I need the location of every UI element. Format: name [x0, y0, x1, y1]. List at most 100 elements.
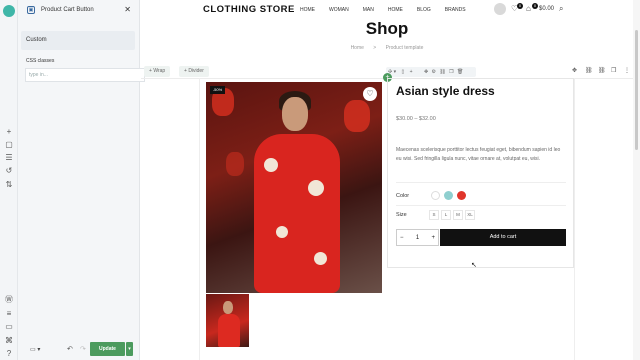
- page-icon[interactable]: ▢: [4, 140, 14, 150]
- page-scrollbar[interactable]: [633, 0, 640, 360]
- size-option-s[interactable]: S: [429, 210, 439, 220]
- more-icon[interactable]: ⋮: [624, 67, 630, 74]
- wishlist-heart-icon[interactable]: ♡: [363, 87, 377, 101]
- mouse-cursor-icon: ↖: [471, 262, 477, 269]
- close-icon[interactable]: ✕: [124, 6, 131, 14]
- breadcrumb-separator: >: [373, 45, 377, 51]
- site-brand[interactable]: CLOTHING STORE: [203, 4, 295, 15]
- lantern-decor: [226, 152, 244, 176]
- robe-pattern: [276, 226, 288, 238]
- color-swatch-teal[interactable]: [444, 191, 453, 200]
- code-icon[interactable]: ⌘: [4, 336, 14, 346]
- cart-total[interactable]: $0.00: [539, 6, 554, 12]
- panel-header: ▣ Product Cart Button ✕: [18, 0, 140, 20]
- column-icon[interactable]: ▯: [401, 69, 404, 75]
- css-classes-label: CSS classes: [26, 58, 55, 64]
- nav-item-home[interactable]: HOME: [300, 7, 315, 13]
- quantity-stepper: − 1 +: [396, 229, 439, 246]
- breadcrumb-home[interactable]: Home: [351, 45, 364, 51]
- search-icon[interactable]: ⌕: [559, 4, 563, 14]
- wordpress-icon[interactable]: Ⓦ: [4, 295, 14, 305]
- layers-icon[interactable]: ☰: [4, 153, 14, 163]
- template-icon[interactable]: ▭: [4, 322, 14, 332]
- sale-badge: -50%: [210, 86, 225, 94]
- app-logo-icon[interactable]: [3, 5, 15, 17]
- settings-sliders-icon[interactable]: ≡: [4, 309, 14, 319]
- link-icon[interactable]: ⛓: [439, 69, 445, 75]
- robe-pattern: [264, 158, 278, 172]
- size-label: Size: [396, 212, 407, 218]
- main-nav: HOME WOMAN MAN HOME BLOG BRANDS: [300, 7, 466, 13]
- link-icon[interactable]: ⛓: [585, 67, 593, 74]
- redo-icon[interactable]: ↷: [80, 345, 86, 353]
- thumbnail-robe: [218, 314, 240, 347]
- product-title: Asian style dress: [396, 84, 495, 98]
- divider: [396, 205, 566, 206]
- divider: [396, 182, 566, 183]
- undo-icon[interactable]: ↶: [67, 345, 73, 353]
- product-main-image[interactable]: [206, 82, 382, 293]
- nav-item-blog[interactable]: BLOG: [417, 7, 431, 13]
- column-guide: [199, 78, 200, 360]
- model-robe: [254, 134, 340, 293]
- help-icon[interactable]: ?: [4, 349, 14, 359]
- quantity-value[interactable]: 1: [416, 235, 419, 241]
- panel-title: Product Cart Button: [41, 7, 94, 13]
- wrap-element-button[interactable]: + Wrap: [144, 66, 171, 77]
- gear-icon[interactable]: ⚙: [432, 69, 436, 75]
- move-icon[interactable]: ✥: [572, 67, 577, 74]
- css-classes-input[interactable]: type in...: [25, 68, 145, 82]
- sort-icon[interactable]: ⇅: [4, 180, 14, 190]
- wrap-label: Wrap: [153, 68, 166, 74]
- lantern-decor: [344, 100, 370, 132]
- wishlist-count-badge: 0: [517, 3, 523, 9]
- link-icon[interactable]: ⛓: [598, 67, 606, 74]
- element-settings-panel: ▣ Product Cart Button ✕ Custom CSS class…: [18, 0, 145, 360]
- size-option-m[interactable]: M: [453, 210, 463, 220]
- editor-window: + ▢ ☰ ↺ ⇅ Ⓦ ≡ ▭ ⌘ ? ▣ Product Cart Butto…: [0, 0, 640, 360]
- add-icon[interactable]: +: [410, 69, 413, 75]
- robe-pattern: [308, 180, 324, 196]
- add-icon[interactable]: +: [4, 127, 14, 137]
- product-price: $30.00 – $32.00: [396, 116, 436, 122]
- column-guide: [574, 78, 575, 360]
- product-description: Maecenas scelerisque porttitor lectus fe…: [396, 147, 561, 162]
- color-swatch-red[interactable]: [457, 191, 466, 200]
- size-option-xl[interactable]: XL: [465, 210, 475, 220]
- breadcrumb: Home > Product template: [141, 45, 633, 51]
- site-preview: CLOTHING STORE HOME WOMAN MAN HOME BLOG …: [141, 0, 633, 360]
- breadcrumb-current: Product template: [385, 45, 424, 51]
- page-title: Shop: [365, 19, 409, 38]
- product-thumbnail[interactable]: [206, 294, 249, 347]
- update-options-button[interactable]: ▾: [126, 342, 133, 356]
- color-label: Color: [396, 193, 410, 199]
- copy-icon[interactable]: ❐: [449, 69, 453, 75]
- nav-item-home-2[interactable]: HOME: [388, 7, 403, 13]
- scrollbar-thumb[interactable]: [635, 30, 638, 150]
- divider-element-button[interactable]: + Divider: [179, 66, 209, 77]
- increase-quantity-button[interactable]: +: [431, 235, 435, 241]
- trash-icon[interactable]: 🗑: [457, 69, 463, 75]
- user-avatar[interactable]: [494, 3, 506, 15]
- add-to-cart-button[interactable]: Add to cart: [440, 229, 566, 246]
- update-button[interactable]: Update: [90, 342, 125, 356]
- divider-label: Divider: [188, 68, 204, 74]
- device-preview-icon[interactable]: ▭ ▾: [30, 346, 40, 353]
- decrease-quantity-button[interactable]: −: [400, 235, 404, 241]
- copy-icon[interactable]: ❐: [611, 67, 616, 74]
- nav-item-brands[interactable]: BRANDS: [445, 7, 466, 13]
- element-toolbar[interactable]: ✣ ▾ ▯ + ✥ ⚙ ⛓ ❐ 🗑: [386, 67, 476, 77]
- element-type-icon: ▣: [27, 6, 35, 14]
- cart-count-badge: 0: [532, 3, 538, 9]
- custom-section-toggle[interactable]: Custom: [21, 31, 135, 50]
- robe-pattern: [314, 252, 327, 265]
- size-option-l[interactable]: L: [441, 210, 451, 220]
- color-swatch-white[interactable]: [431, 191, 440, 200]
- model-face: [282, 97, 308, 131]
- history-icon[interactable]: ↺: [4, 166, 14, 176]
- icon-rail: + ▢ ☰ ↺ ⇅ Ⓦ ≡ ▭ ⌘ ?: [0, 0, 18, 360]
- cart-icon[interactable]: ⌂: [526, 4, 531, 13]
- nav-item-man[interactable]: MAN: [363, 7, 374, 13]
- nav-item-woman[interactable]: WOMAN: [329, 7, 349, 13]
- move-icon[interactable]: ✥: [424, 69, 428, 75]
